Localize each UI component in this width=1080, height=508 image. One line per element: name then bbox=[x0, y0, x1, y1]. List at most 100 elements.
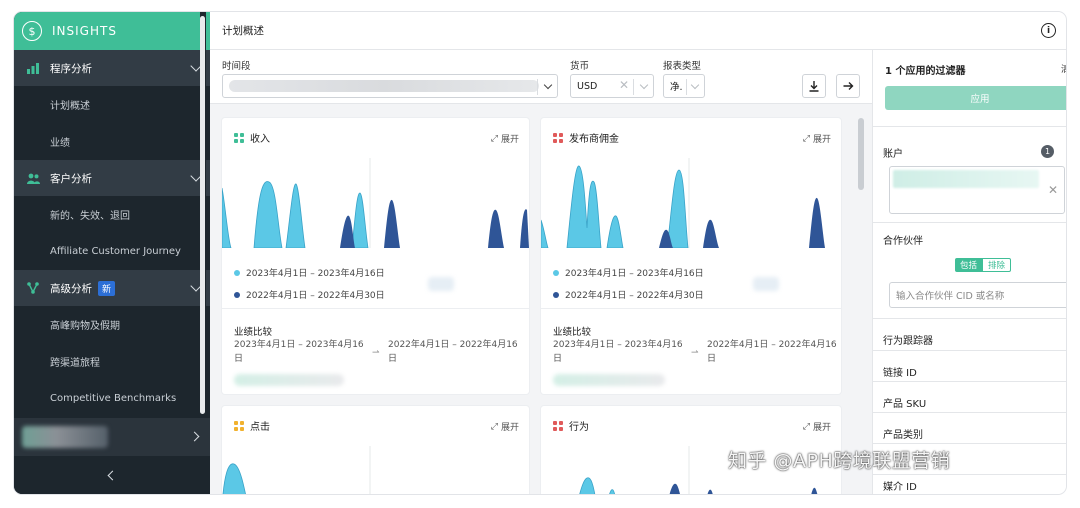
filter-field-product-category[interactable]: 产品类别 bbox=[883, 426, 923, 441]
chevron-down-icon bbox=[639, 80, 649, 90]
exclude-toggle[interactable]: 排除 bbox=[982, 258, 1012, 272]
collapse-sidebar-button[interactable] bbox=[14, 456, 210, 494]
legend-previous: 2022年4月1日 – 2022年4月30日 bbox=[553, 288, 704, 301]
chevron-down-icon bbox=[690, 80, 700, 90]
sidebar-item-competitive-benchmarks[interactable]: Competitive Benchmarks bbox=[14, 380, 210, 417]
share-button[interactable] bbox=[836, 74, 860, 98]
report-type-select[interactable]: 净. bbox=[663, 74, 705, 98]
sidebar-item-label: Competitive Benchmarks bbox=[50, 393, 177, 404]
legend-label: 2023年4月1日 – 2023年4月16日 bbox=[246, 269, 385, 279]
revenue-card: 收入 ⤢ 展开 2023年4月1日 – 2023年4月16日 2022年4月1日 … bbox=[222, 118, 529, 394]
card-title-text: 点击 bbox=[250, 422, 270, 433]
partner-search-input[interactable]: 输入合作伙伴 CID 或名称 bbox=[889, 282, 1066, 308]
clear-icon[interactable]: ✕ bbox=[619, 78, 629, 92]
download-icon bbox=[809, 80, 819, 92]
report-type-label: 报表类型 bbox=[663, 61, 702, 72]
clicks-chart bbox=[222, 446, 371, 494]
legend-value bbox=[428, 277, 454, 291]
include-toggle[interactable]: 包括 bbox=[955, 258, 983, 272]
chevron-left-icon bbox=[107, 470, 117, 480]
divider bbox=[873, 318, 1066, 319]
divider bbox=[537, 79, 538, 95]
compare-value bbox=[553, 374, 665, 386]
card-title-text: 行为 bbox=[569, 422, 589, 433]
expand-button[interactable]: ⤢ 展开 bbox=[802, 420, 831, 434]
filter-field-product-sku[interactable]: 产品 SKU bbox=[883, 395, 926, 410]
nav-group-label: 程序分析 bbox=[50, 62, 92, 75]
currency-value: USD bbox=[577, 80, 598, 92]
sidebar-item-label: 计划概述 bbox=[50, 101, 90, 112]
clear-filters-link[interactable]: 清 bbox=[1061, 62, 1066, 75]
account-switcher[interactable] bbox=[14, 418, 210, 456]
divider bbox=[873, 222, 1066, 223]
currency-select[interactable]: USD ✕ bbox=[570, 74, 654, 98]
main-scroll-thumb[interactable] bbox=[858, 118, 864, 190]
sidebar-item-performance[interactable]: 业绩 bbox=[14, 123, 210, 160]
expand-label: 展开 bbox=[812, 135, 831, 145]
clear-icon[interactable]: ✕ bbox=[1048, 183, 1058, 197]
filter-bar: 时间段 货币 USD ✕ 报表类型 净. bbox=[210, 50, 872, 104]
brand-bar[interactable]: $ INSIGHTS bbox=[14, 12, 210, 50]
expand-icon: ⤢ bbox=[490, 133, 498, 144]
divider bbox=[873, 126, 1066, 127]
expand-button[interactable]: ⤢ 展开 bbox=[802, 132, 831, 146]
sidebar-item-plan-overview[interactable]: 计划概述 bbox=[14, 86, 210, 123]
expand-icon: ⤢ bbox=[802, 421, 810, 432]
grid-icon bbox=[553, 420, 563, 431]
period-select[interactable] bbox=[222, 74, 558, 98]
apply-button[interactable]: 应用 bbox=[885, 86, 1066, 110]
sidebar-item-new-lapsed-returning[interactable]: 新的、失效、退回 bbox=[14, 196, 210, 233]
card-title: 点击 bbox=[234, 418, 270, 433]
expand-label: 展开 bbox=[500, 423, 519, 433]
nav-group-label: 客户分析 bbox=[50, 172, 92, 185]
expand-icon: ⤢ bbox=[802, 133, 810, 144]
period-label: 时间段 bbox=[222, 61, 251, 72]
divider bbox=[873, 412, 1066, 413]
clicks-card: 点击 ⤢ 展开 bbox=[222, 406, 529, 494]
nav-group-program-analysis[interactable]: 程序分析 bbox=[14, 50, 210, 86]
main-scrollbar[interactable] bbox=[858, 118, 864, 492]
sidebar-scrollbar[interactable] bbox=[200, 12, 206, 417]
legend-dot bbox=[553, 269, 559, 276]
sidebar-item-peak-shopping[interactable]: 高峰购物及假期 bbox=[14, 306, 210, 343]
nav-group-advanced-analysis[interactable]: 高级分析 新 bbox=[14, 270, 210, 306]
divider bbox=[873, 474, 1066, 475]
divider bbox=[686, 79, 687, 95]
divider bbox=[633, 79, 634, 95]
arrow-right-icon bbox=[843, 82, 853, 90]
sidebar-scroll-thumb[interactable] bbox=[200, 16, 205, 414]
filter-field-link-id[interactable]: 链接 ID bbox=[883, 364, 917, 379]
dashboard-main: 收入 ⤢ 展开 2023年4月1日 – 2023年4月16日 2022年4月1日 … bbox=[210, 104, 872, 494]
compare-range-current: 2023年4月1日 – 2023年4月16日 bbox=[553, 340, 683, 364]
nav-group-customer-analysis[interactable]: 客户分析 bbox=[14, 160, 210, 196]
legend-dot bbox=[553, 291, 559, 298]
expand-button[interactable]: ⤢ 展开 bbox=[491, 420, 519, 434]
filter-field-media-id[interactable]: 媒介 ID bbox=[883, 478, 917, 493]
chevron-right-icon bbox=[189, 431, 200, 442]
expand-label: 展开 bbox=[500, 135, 519, 145]
card-title: 行为 bbox=[553, 418, 589, 433]
avatar bbox=[22, 426, 108, 448]
compare-arrow-icon: ⇀ bbox=[372, 348, 380, 358]
expand-label: 展开 bbox=[812, 423, 831, 433]
download-button[interactable] bbox=[802, 74, 826, 98]
sidebar-item-label: Affiliate Customer Journey bbox=[50, 246, 181, 257]
sidebar-item-cross-channel-journey[interactable]: 跨渠道旅程 bbox=[14, 343, 210, 380]
sidebar-item-label: 新的、失效、退回 bbox=[50, 211, 130, 222]
sidebar-item-label: 高峰购物及假期 bbox=[50, 321, 120, 332]
sidebar-item-affiliate-customer-journey[interactable]: Affiliate Customer Journey bbox=[14, 233, 210, 270]
expand-button[interactable]: ⤢ 展开 bbox=[490, 132, 519, 146]
legend-label: 2023年4月1日 – 2023年4月16日 bbox=[565, 269, 704, 279]
legend-previous: 2022年4月1日 – 2022年4月30日 bbox=[234, 288, 385, 301]
publisher-commission-card: 发布商佣金 ⤢ 展开 2023年4月1日 – 2023年4月16日 2022年4月… bbox=[541, 118, 841, 394]
compare-range-current: 2023年4月1日 – 2023年4月16日 bbox=[234, 340, 364, 364]
info-icon[interactable]: i bbox=[1041, 23, 1056, 38]
compare-range-previous: 2022年4月1日 – 2022年4月16日 bbox=[388, 340, 518, 364]
compare-title: 业绩比较 bbox=[234, 327, 273, 338]
legend-dot bbox=[234, 269, 240, 276]
include-exclude-toggle: 包括 排除 bbox=[955, 258, 1012, 272]
account-chip bbox=[893, 170, 1039, 188]
account-select[interactable]: ✕ bbox=[889, 166, 1065, 214]
filter-field-action-tracker[interactable]: 行为跟踪器 bbox=[883, 332, 933, 347]
legend-current: 2023年4月1日 – 2023年4月16日 bbox=[553, 266, 704, 279]
